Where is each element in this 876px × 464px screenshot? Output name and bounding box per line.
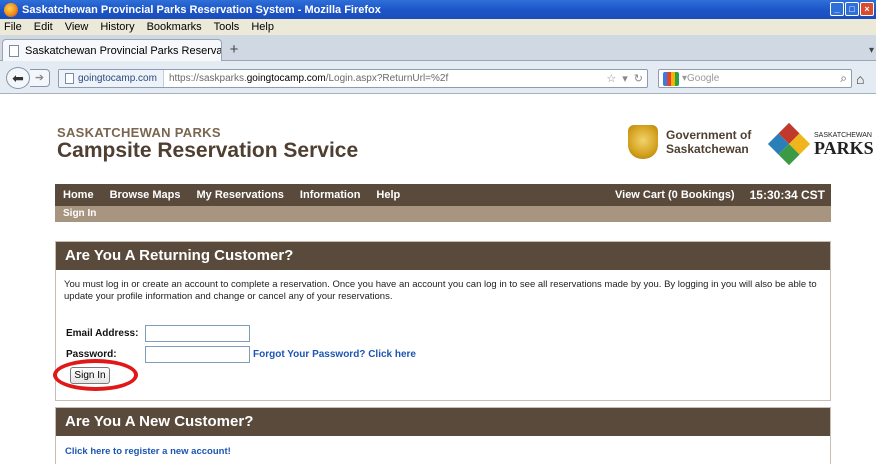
url-tools: ☆ ▾ ↻: [606, 72, 643, 85]
firefox-icon: [4, 2, 18, 17]
search-bar[interactable]: ▾ Google ⌕: [658, 69, 852, 88]
nav-browse-maps[interactable]: Browse Maps: [110, 189, 181, 201]
url-text[interactable]: https://saskparks.goingtocamp.com/Login.…: [164, 73, 448, 84]
forgot-password-link[interactable]: Forgot Your Password? Click here: [253, 349, 416, 360]
parks-text: SASKATCHEWAN PARKS: [814, 131, 874, 158]
nav-toolbar: ⬅ ➔ goingtocamp.com https://saskparks.go…: [0, 61, 876, 94]
menu-bar: File Edit View History Bookmarks Tools H…: [0, 19, 876, 35]
nav-help[interactable]: Help: [376, 189, 400, 201]
login-intro-text: You must log in or create an account to …: [64, 279, 817, 302]
menu-view[interactable]: View: [65, 21, 89, 33]
forward-button[interactable]: ➔: [30, 69, 50, 87]
register-link[interactable]: Click here to register a new account!: [65, 446, 231, 457]
new-customer-panel: Are You A New Customer? Click here to re…: [55, 407, 831, 464]
new-tab-button[interactable]: +: [224, 42, 244, 59]
menu-help[interactable]: Help: [251, 21, 274, 33]
nav-home[interactable]: Home: [63, 189, 94, 201]
parks-diamond-icon: [767, 122, 811, 166]
back-button[interactable]: ⬅: [6, 67, 30, 89]
tab-list-icon[interactable]: ▾: [869, 45, 874, 56]
email-field[interactable]: [145, 325, 250, 342]
menu-bookmarks[interactable]: Bookmarks: [147, 21, 202, 33]
crest-icon: [628, 125, 658, 159]
government-text: Government of Saskatchewan: [666, 128, 752, 156]
maximize-button[interactable]: □: [845, 2, 859, 16]
window-controls: _ □ ×: [830, 2, 874, 16]
site-identity-label: goingtocamp.com: [78, 73, 157, 84]
tab-active[interactable]: Saskatchewan Provincial Parks Reservatio…: [2, 39, 222, 61]
search-engine-icon[interactable]: [663, 71, 679, 86]
menu-tools[interactable]: Tools: [214, 21, 240, 33]
highlight-circle: [53, 359, 138, 391]
menu-history[interactable]: History: [100, 21, 134, 33]
search-icon[interactable]: ⌕: [840, 71, 847, 86]
government-logo[interactable]: Government of Saskatchewan: [628, 125, 751, 159]
returning-customer-panel: Are You A Returning Customer? You must l…: [53, 241, 831, 401]
nav-my-reservations[interactable]: My Reservations: [196, 189, 283, 201]
close-button[interactable]: ×: [860, 2, 874, 16]
minimize-button[interactable]: _: [830, 2, 844, 16]
history-dropdown-icon[interactable]: ▾: [622, 72, 628, 85]
brand-subtitle: SASKATCHEWAN PARKS: [57, 125, 221, 140]
site-identity[interactable]: goingtocamp.com: [59, 70, 164, 87]
reload-icon[interactable]: ↻: [634, 72, 643, 85]
new-customer-heading: Are You A New Customer?: [56, 408, 830, 436]
view-cart-link[interactable]: View Cart (0 Bookings): [615, 189, 735, 201]
password-field[interactable]: [145, 346, 250, 363]
parks-logo[interactable]: SASKATCHEWAN PARKS: [767, 122, 874, 166]
breadcrumb: Sign In: [55, 206, 831, 222]
tab-bar: Saskatchewan Provincial Parks Reservatio…: [0, 35, 876, 61]
email-label: Email Address:: [66, 328, 139, 339]
returning-heading: Are You A Returning Customer?: [56, 242, 830, 270]
clock: 15:30:34 CST: [749, 188, 825, 202]
menu-file[interactable]: File: [4, 21, 22, 33]
nav-information[interactable]: Information: [300, 189, 361, 201]
window-title: Saskatchewan Provincial Parks Reservatio…: [22, 3, 381, 16]
menu-edit[interactable]: Edit: [34, 21, 53, 33]
home-icon[interactable]: ⌂: [856, 71, 864, 87]
window-titlebar: Saskatchewan Provincial Parks Reservatio…: [0, 0, 876, 19]
page-icon: [65, 73, 74, 84]
page-content: SASKATCHEWAN PARKS Campsite Reservation …: [0, 95, 876, 464]
tab-label: Saskatchewan Provincial Parks Reservatio…: [25, 44, 221, 57]
bookmark-star-icon[interactable]: ☆: [606, 72, 616, 85]
back-forward: ⬅ ➔: [6, 67, 52, 89]
url-bar[interactable]: goingtocamp.com https://saskparks.goingt…: [58, 69, 648, 88]
page-icon: [9, 44, 19, 57]
brand-title: Campsite Reservation Service: [57, 139, 359, 162]
main-nav: Home Browse Maps My Reservations Informa…: [55, 184, 831, 206]
search-input[interactable]: Google: [687, 73, 719, 84]
